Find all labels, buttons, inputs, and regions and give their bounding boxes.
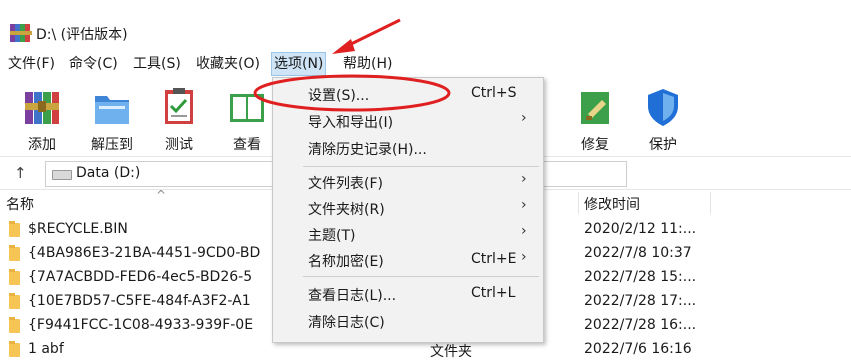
column-name[interactable]: 名称 <box>6 194 34 214</box>
toolbar-test-label: 测试 <box>165 137 193 153</box>
extract-icon <box>95 96 129 124</box>
title-bar: D:\ (评估版本) <box>0 0 851 50</box>
menu-item-label: 设置(S)... <box>308 88 370 104</box>
menu-separator <box>303 166 539 167</box>
menu-item-clear-history[interactable]: 清除历史记录(H)... <box>273 135 543 161</box>
file-modified: 2022/7/6 16:16 <box>584 341 692 357</box>
submenu-arrow-icon: › <box>521 223 527 239</box>
test-icon <box>165 88 193 124</box>
toolbar-add-label: 添加 <box>28 137 56 153</box>
protect-shield-icon <box>648 89 678 126</box>
menu-item-theme[interactable]: 主题(T) › <box>273 221 543 247</box>
toolbar-repair-label: 修复 <box>581 137 609 153</box>
toolbar-test-button[interactable]: 测试 <box>152 84 206 153</box>
menu-item-clear-log[interactable]: 清除日志(C) <box>273 308 543 334</box>
column-modified[interactable]: 修改时间 <box>584 194 640 214</box>
menu-item-label: 文件夹树(R) <box>308 202 385 218</box>
menu-item-file-list[interactable]: 文件列表(F) › <box>273 169 543 195</box>
menu-options[interactable]: 选项(N) <box>271 52 327 76</box>
file-name: {7A7ACBDD-FED6-4ec5-BD26-5 <box>28 269 253 285</box>
drive-icon <box>52 170 72 180</box>
menu-item-label: 名称加密(E) <box>308 254 384 270</box>
file-modified: 2022/7/28 17:... <box>584 293 697 309</box>
file-modified: 2022/7/28 16:... <box>584 317 697 333</box>
submenu-arrow-icon: › <box>521 197 527 213</box>
file-name: $RECYCLE.BIN <box>28 221 128 237</box>
file-name: 1 abf <box>28 341 64 357</box>
menu-item-shortcut: Ctrl+E <box>471 251 517 267</box>
window-title: D:\ (评估版本) <box>36 27 128 43</box>
file-modified: 2022/7/28 15:... <box>584 269 697 285</box>
file-modified: 2022/7/8 10:37 <box>584 245 692 261</box>
toolbar-protect-button[interactable]: 保护 <box>636 84 690 153</box>
toolbar-add-button[interactable]: 添加 <box>15 84 69 153</box>
menu-item-shortcut: Ctrl+S <box>471 85 517 101</box>
menu-bar: 文件(F) 命令(C) 工具(S) 收藏夹(O) 选项(N) 帮助(H) <box>0 52 851 78</box>
repair-icon <box>581 92 609 124</box>
folder-icon <box>9 293 20 309</box>
folder-icon <box>9 221 20 237</box>
up-folder-icon[interactable]: ↑ <box>14 164 27 182</box>
menu-commands[interactable]: 命令(C) <box>67 52 120 76</box>
file-modified: 2020/2/12 11:... <box>584 221 697 237</box>
menu-item-label: 主题(T) <box>308 228 356 244</box>
menu-item-label: 清除历史记录(H)... <box>308 142 427 158</box>
menu-file[interactable]: 文件(F) <box>6 52 57 76</box>
menu-item-name-encryption[interactable]: 名称加密(E) Ctrl+E › <box>273 247 543 273</box>
menu-help[interactable]: 帮助(H) <box>341 52 394 76</box>
winrar-app-icon <box>10 24 32 42</box>
submenu-arrow-icon: › <box>521 171 527 187</box>
file-type: 文件夹 <box>430 344 472 360</box>
menu-favorites[interactable]: 收藏夹(O) <box>194 52 262 76</box>
folder-icon <box>9 317 20 333</box>
menu-item-label: 文件列表(F) <box>308 176 383 192</box>
column-divider[interactable] <box>578 192 579 214</box>
menu-item-import-export[interactable]: 导入和导出(I) › <box>273 108 543 134</box>
view-icon <box>230 94 264 122</box>
toolbar-view-label: 查看 <box>233 137 261 153</box>
toolbar-view-button[interactable]: 查看 <box>220 84 274 153</box>
toolbar-protect-label: 保护 <box>649 137 677 153</box>
menu-tools[interactable]: 工具(S) <box>131 52 183 76</box>
toolbar-repair-button[interactable]: 修复 <box>568 84 622 153</box>
toolbar-extract-button[interactable]: 解压到 <box>85 84 139 153</box>
menu-item-label: 查看日志(L)... <box>308 288 397 304</box>
sort-ascending-icon: ^ <box>156 188 167 202</box>
submenu-arrow-icon: › <box>521 249 527 265</box>
file-name: {10E7BD57-C5FE-484f-A3F2-A1 <box>28 293 251 309</box>
menu-item-folder-tree[interactable]: 文件夹树(R) › <box>273 195 543 221</box>
folder-icon <box>9 341 20 357</box>
menu-item-shortcut: Ctrl+L <box>471 285 516 301</box>
menu-item-settings[interactable]: 设置(S)... Ctrl+S <box>273 81 543 107</box>
folder-icon <box>9 245 20 261</box>
menu-item-label: 清除日志(C) <box>308 315 385 331</box>
column-divider[interactable] <box>710 192 711 214</box>
file-name: {4BA986E3-21BA-4451-9CD0-BD <box>28 245 261 261</box>
address-path: Data (D:) <box>76 165 141 181</box>
options-dropdown-menu: 设置(S)... Ctrl+S 导入和导出(I) › 清除历史记录(H)... … <box>272 77 544 343</box>
menu-item-label: 导入和导出(I) <box>308 115 394 131</box>
folder-icon <box>9 269 20 285</box>
add-archive-icon <box>25 92 59 124</box>
toolbar-extract-label: 解压到 <box>91 137 133 153</box>
menu-item-view-log[interactable]: 查看日志(L)... Ctrl+L <box>273 281 543 307</box>
file-name: {F9441FCC-1C08-4933-939F-0E <box>28 317 254 333</box>
menu-separator <box>303 276 539 277</box>
submenu-arrow-icon: › <box>521 110 527 126</box>
